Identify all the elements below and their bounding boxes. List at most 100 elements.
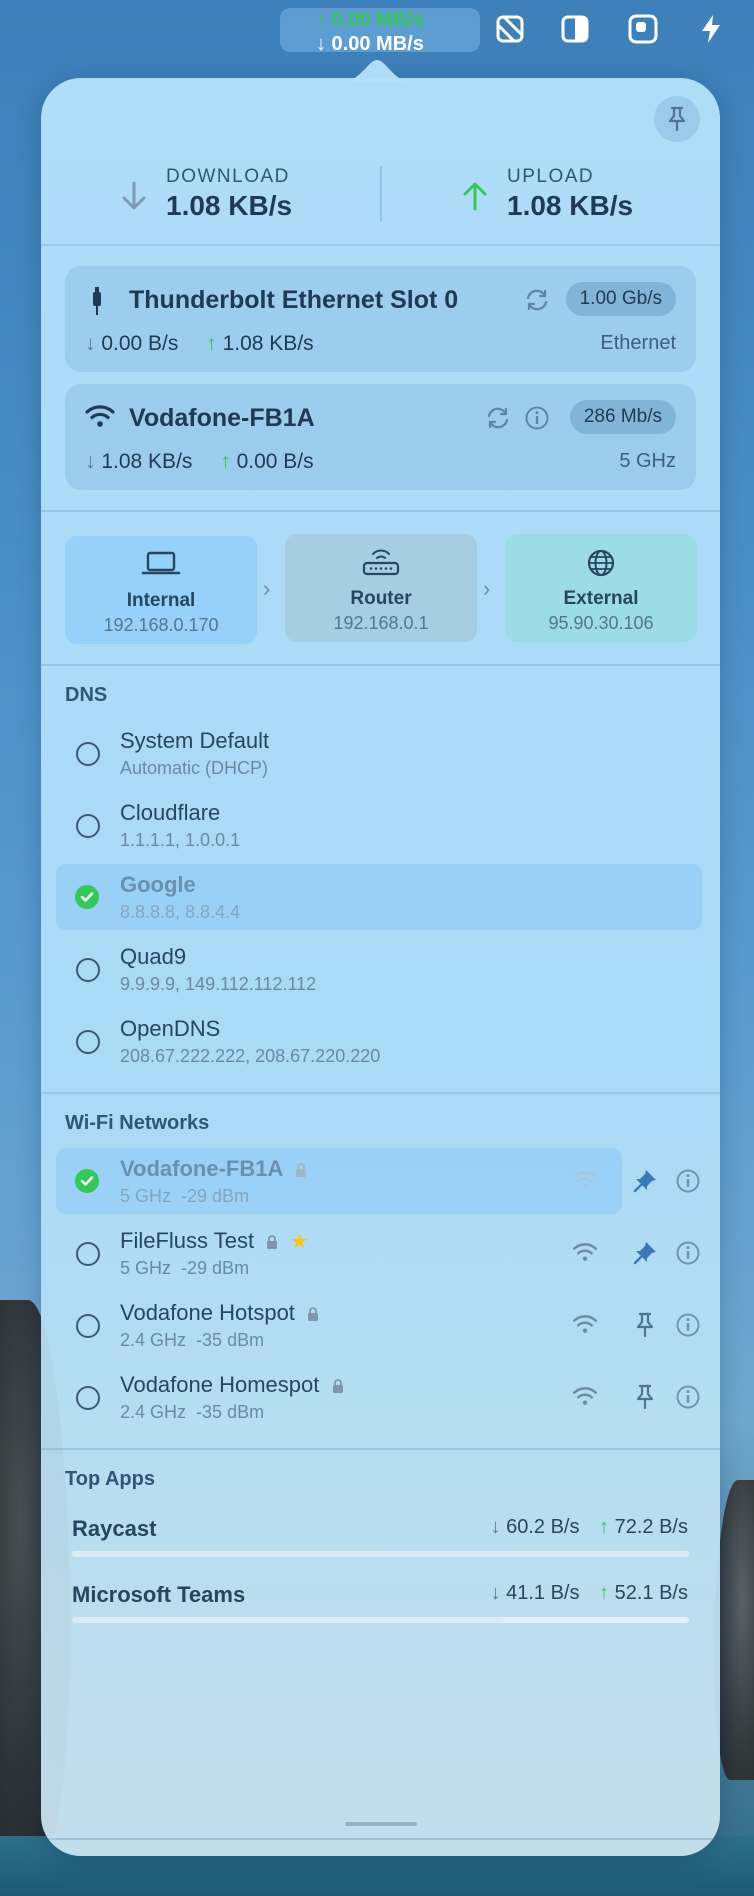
download-total-value: 1.08 KB/s bbox=[166, 190, 293, 221]
pinned-icon[interactable] bbox=[630, 1238, 660, 1268]
up-arrow-icon: ↑ bbox=[220, 450, 231, 473]
interface-name: Vodafone-FB1A bbox=[129, 404, 315, 432]
pin-icon[interactable] bbox=[630, 1310, 660, 1340]
lock-icon bbox=[332, 1379, 343, 1394]
interface-card-ethernet[interactable]: Thunderbolt Ethernet Slot 0 1.00 Gb/s ↓ … bbox=[65, 266, 696, 372]
wifi-network-name-text: FileFluss Test bbox=[120, 1228, 255, 1253]
wifi-network-name-text: Vodafone-FB1A bbox=[120, 1156, 283, 1181]
interface-rates: ↓ 0.00 B/s ↑ 1.08 KB/s bbox=[85, 332, 314, 356]
up-arrow-icon: ↑ bbox=[599, 1516, 610, 1538]
wifi-network-name-text: Vodafone Hotspot bbox=[120, 1300, 295, 1325]
network-icon[interactable] bbox=[493, 12, 527, 46]
path-node-title: External bbox=[563, 588, 639, 609]
dns-option-system-default[interactable]: System Default Automatic (DHCP) bbox=[56, 720, 702, 786]
upload-arrow-icon bbox=[463, 182, 487, 211]
interface-download-rate: 1.08 KB/s bbox=[101, 450, 193, 473]
path-node-ip: 95.90.30.106 bbox=[548, 613, 654, 633]
refresh-icon[interactable] bbox=[485, 406, 511, 430]
menubar-upload-speed: ↑ 0.00 MB/s bbox=[316, 9, 424, 31]
interface-upload-rate: 1.08 KB/s bbox=[222, 332, 314, 355]
app-usage-bar bbox=[72, 1551, 689, 1557]
wifi-network-name: Vodafone-FB1A bbox=[120, 1156, 307, 1182]
upload-total-value: 1.08 KB/s bbox=[507, 190, 634, 221]
router-icon bbox=[285, 548, 477, 578]
app-download-rate: 41.1 B/s bbox=[506, 1582, 580, 1604]
dns-option-cloudflare[interactable]: Cloudflare 1.1.1.1, 1.0.0.1 bbox=[56, 792, 702, 858]
wifi-network-details: 2.4 GHz -35 dBm bbox=[120, 1330, 264, 1351]
pinned-icon[interactable] bbox=[630, 1166, 660, 1196]
background-rock-right bbox=[714, 1480, 754, 1780]
path-node-title: Internal bbox=[126, 590, 196, 611]
wifi-signal-strength: -29 dBm bbox=[181, 1258, 250, 1278]
checkmark-icon[interactable] bbox=[75, 885, 99, 909]
download-arrow-icon bbox=[122, 181, 146, 210]
app-rates: ↓ 41.1 B/s ↑ 52.1 B/s bbox=[491, 1582, 688, 1605]
wifi-network-vodafone-hotspot[interactable]: Vodafone Hotspot 2.4 GHz -35 dBm bbox=[56, 1292, 702, 1358]
wifi-network-name: Vodafone Homespot bbox=[120, 1372, 344, 1398]
refresh-icon[interactable] bbox=[524, 288, 550, 312]
path-node-ip: 192.168.0.170 bbox=[103, 615, 219, 635]
interface-type: 5 GHz bbox=[619, 450, 676, 472]
wifi-network-vodafone-homespot[interactable]: Vodafone Homespot 2.4 GHz -35 dBm bbox=[56, 1364, 702, 1430]
pin-icon[interactable] bbox=[630, 1382, 660, 1412]
ethernet-cable-icon bbox=[93, 287, 101, 315]
radio-button[interactable] bbox=[76, 814, 100, 838]
section-divider bbox=[41, 510, 720, 512]
dns-option-name: Cloudflare bbox=[120, 800, 221, 825]
interface-type: Ethernet bbox=[600, 332, 676, 354]
dns-option-servers: 9.9.9.9, 149.112.112.112 bbox=[120, 974, 317, 994]
split-view-icon[interactable] bbox=[558, 12, 592, 46]
window-icon[interactable] bbox=[626, 12, 660, 46]
wifi-network-vodafone-fb1a[interactable]: Vodafone-FB1A 5 GHz -29 dBm bbox=[56, 1148, 622, 1214]
chevron-right-icon: › bbox=[483, 576, 491, 601]
radio-button[interactable] bbox=[76, 1030, 100, 1054]
info-icon[interactable] bbox=[673, 1310, 703, 1340]
app-name: Microsoft Teams bbox=[72, 1582, 246, 1607]
interface-card-wifi[interactable]: Vodafone-FB1A 286 Mb/s ↓ 1.08 KB/s ↑ 0.0… bbox=[65, 384, 696, 490]
path-node-title: Router bbox=[350, 588, 412, 609]
info-icon[interactable] bbox=[673, 1166, 703, 1196]
radio-button[interactable] bbox=[76, 958, 100, 982]
path-node-ip: 192.168.0.1 bbox=[333, 613, 429, 633]
dns-option-name: Google bbox=[120, 872, 196, 897]
app-upload-rate: 72.2 B/s bbox=[614, 1516, 688, 1538]
up-arrow-icon: ↑ bbox=[599, 1582, 610, 1604]
section-divider bbox=[41, 244, 720, 246]
resize-handle[interactable] bbox=[345, 1822, 417, 1826]
interface-rates: ↓ 1.08 KB/s ↑ 0.00 B/s bbox=[85, 450, 314, 474]
bolt-icon[interactable] bbox=[694, 12, 728, 46]
path-node-internal[interactable]: Internal 192.168.0.170 bbox=[65, 536, 257, 644]
link-speed-badge: 1.00 Gb/s bbox=[565, 282, 676, 316]
interface-name: Thunderbolt Ethernet Slot 0 bbox=[129, 286, 459, 314]
wifi-network-filefluss-test[interactable]: FileFluss Test ★ 5 GHz -29 dBm bbox=[56, 1220, 702, 1286]
dns-option-servers: 1.1.1.1, 1.0.0.1 bbox=[120, 830, 241, 850]
app-name: Raycast bbox=[72, 1516, 157, 1541]
path-node-external[interactable]: External 95.90.30.106 bbox=[505, 534, 697, 642]
pin-popover-button[interactable] bbox=[654, 96, 700, 142]
wifi-signal-icon bbox=[572, 1171, 598, 1189]
dns-option-quad9[interactable]: Quad9 9.9.9.9, 149.112.112.112 bbox=[56, 936, 702, 1002]
download-total-label: DOWNLOAD bbox=[166, 166, 290, 187]
wifi-signal-icon bbox=[572, 1387, 598, 1405]
path-node-router[interactable]: Router 192.168.0.1 bbox=[285, 534, 477, 642]
lock-icon bbox=[267, 1235, 278, 1250]
dns-option-opendns[interactable]: OpenDNS 208.67.222.222, 208.67.220.220 bbox=[56, 1008, 702, 1074]
section-divider bbox=[41, 664, 720, 666]
network-popover: DOWNLOAD 1.08 KB/s UPLOAD 1.08 KB/s Thun… bbox=[41, 78, 720, 1856]
section-divider bbox=[41, 1092, 720, 1094]
wifi-section-title: Wi-Fi Networks bbox=[65, 1112, 210, 1134]
radio-button[interactable] bbox=[76, 742, 100, 766]
interface-upload-rate: 0.00 B/s bbox=[236, 450, 314, 473]
info-icon[interactable] bbox=[673, 1382, 703, 1412]
dns-option-google[interactable]: Google 8.8.8.8, 8.8.4.4 bbox=[56, 864, 702, 930]
link-speed-badge: 286 Mb/s bbox=[569, 400, 676, 434]
down-arrow-icon: ↓ bbox=[85, 332, 96, 355]
app-usage-fill bbox=[72, 1617, 504, 1623]
lock-icon bbox=[308, 1307, 319, 1322]
totals-divider bbox=[380, 166, 382, 222]
radio-button bbox=[76, 1314, 100, 1338]
info-icon[interactable] bbox=[673, 1238, 703, 1268]
wifi-band: 5 GHz bbox=[120, 1258, 172, 1278]
wifi-network-name-text: Vodafone Homespot bbox=[120, 1372, 320, 1397]
info-icon[interactable] bbox=[524, 405, 550, 431]
